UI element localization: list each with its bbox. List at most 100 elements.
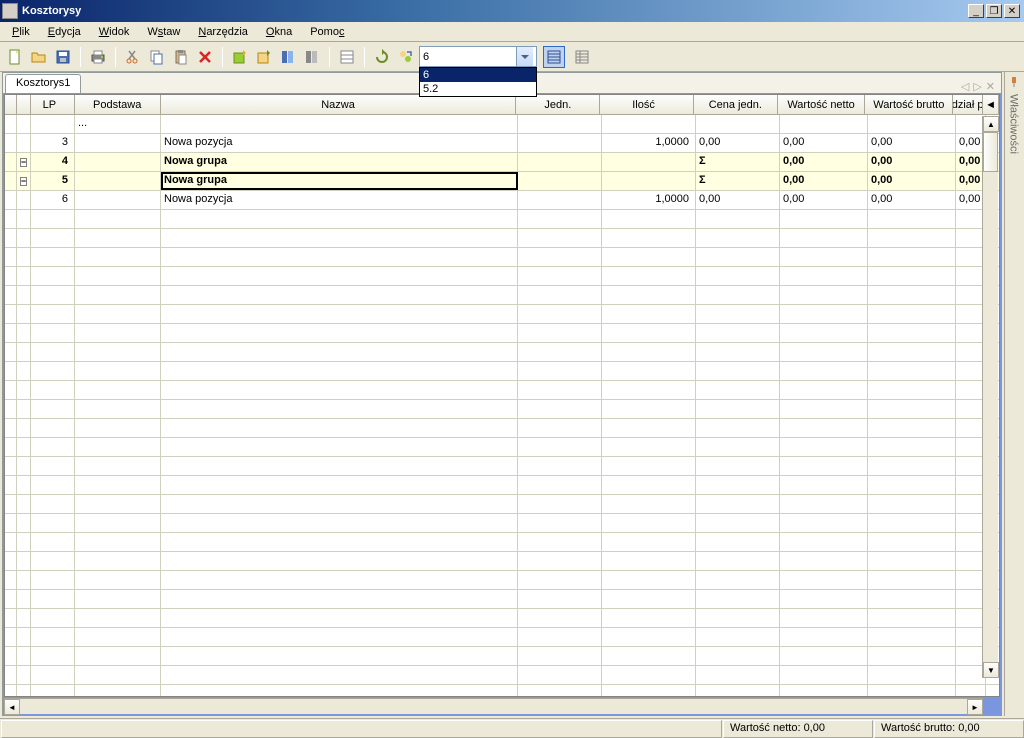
header-scroll-spacer: ◄ [983,95,999,114]
tab-kosztorys1[interactable]: Kosztorys1 [5,74,81,93]
scroll-up-icon[interactable]: ▲ [983,116,999,132]
header-handle[interactable] [5,95,17,114]
open-icon[interactable] [28,46,50,68]
delete-icon[interactable] [194,46,216,68]
status-main [1,720,722,738]
table-row-empty [5,495,999,514]
scroll-left-icon[interactable]: ◄ [4,699,20,715]
table-row-empty [5,286,999,305]
catalog2-icon[interactable] [301,46,323,68]
table-row[interactable]: ... [5,115,999,134]
dropdown-option-5-2[interactable]: 5.2 [420,82,536,96]
combo-arrow-icon[interactable] [516,47,533,66]
header-ilosc[interactable]: Ilość [600,95,694,114]
document-area: Kosztorys1 ◁ ▷ ✕ LP Podstawa Nazwa Jedn.… [2,72,1002,716]
title-bar: Kosztorysy _ ❐ ✕ [0,0,1024,22]
table-row-empty [5,609,999,628]
table-row-empty [5,324,999,343]
table-row[interactable]: − 4 Nowa grupa Σ 0,00 0,00 0,00 [5,153,999,172]
header-wb[interactable]: Wartość brutto [865,95,953,114]
table-row-empty [5,381,999,400]
header-jedn[interactable]: Jedn. [516,95,600,114]
table-row[interactable]: − 5 Nowa grupa Σ 0,00 0,00 0,00 [5,172,999,191]
pin-icon [1008,76,1020,88]
header-podstawa[interactable]: Podstawa [75,95,161,114]
header-lp[interactable]: LP [31,95,75,114]
table-row-empty [5,552,999,571]
table-row-empty [5,210,999,229]
grid-header: LP Podstawa Nazwa Jedn. Ilość Cena jedn.… [5,95,999,115]
table-row-empty [5,305,999,324]
menu-plik[interactable]: Plik [4,24,38,40]
menu-bar: Plik Edycja Widok Wstaw Narzędzia Okna P… [0,22,1024,42]
table-row-empty [5,628,999,647]
header-wn[interactable]: Wartość netto [778,95,866,114]
header-cenaj[interactable]: Cena jedn. [694,95,778,114]
position-combo[interactable] [419,46,537,67]
view-detail-button[interactable] [571,46,593,68]
menu-widok[interactable]: Widok [91,24,138,40]
table-row-empty [5,476,999,495]
header-expand[interactable] [17,95,31,114]
grid-body: ... 3 Nowa pozycja 1,0000 0,00 0,00 [5,115,999,696]
tab-next-icon[interactable]: ▷ [973,80,981,93]
copy-icon[interactable] [146,46,168,68]
table-row[interactable]: 3 Nowa pozycja 1,0000 0,00 0,00 0,00 0,0… [5,134,999,153]
cut-icon[interactable] [122,46,144,68]
refresh-icon[interactable] [371,46,393,68]
status-bar: Wartość netto: 0,00 Wartość brutto: 0,00 [0,718,1024,738]
properties-icon[interactable] [336,46,358,68]
table-row-empty [5,438,999,457]
menu-narzedzia[interactable]: Narzędzia [190,24,256,40]
menu-pomoc[interactable]: Pomoc [302,24,352,40]
tab-close-icon[interactable]: ✕ [986,80,995,93]
add-item-icon[interactable] [229,46,251,68]
catalog-icon[interactable] [277,46,299,68]
horizontal-scrollbar[interactable]: ◄ ► [4,698,983,714]
save-icon[interactable] [52,46,74,68]
table-row-empty [5,419,999,438]
vertical-scrollbar[interactable]: ▲ ▼ [982,116,998,678]
add-group-icon[interactable] [253,46,275,68]
close-button[interactable]: ✕ [1004,4,1020,18]
menu-edycja[interactable]: Edycja [40,24,89,40]
scroll-down-icon[interactable]: ▼ [983,662,999,678]
collapse-icon[interactable]: − [20,177,27,186]
scroll-right-icon[interactable]: ► [967,699,983,715]
tab-nav-controls: ◁ ▷ ✕ [961,80,1001,93]
new-icon[interactable] [4,46,26,68]
collapse-icon[interactable]: − [20,158,27,167]
table-row-empty [5,571,999,590]
app-icon [2,3,18,19]
dropdown-option-6[interactable]: 6 [420,68,536,82]
table-row-empty [5,267,999,286]
tab-prev-icon[interactable]: ◁ [961,80,969,93]
window-title: Kosztorysy [22,5,968,17]
restore-button[interactable]: ❐ [986,4,1002,18]
menu-wstaw[interactable]: Wstaw [139,24,188,40]
table-row-empty [5,248,999,267]
table-row-empty [5,590,999,609]
table-row-empty [5,229,999,248]
print-icon[interactable] [87,46,109,68]
properties-panel[interactable]: Właściwości [1004,72,1022,716]
table-row[interactable]: 6 Nowa pozycja 1,0000 0,00 0,00 0,00 0,0… [5,191,999,210]
table-row-empty [5,457,999,476]
table-row-empty [5,647,999,666]
scroll-thumb[interactable] [983,132,998,172]
sum-icon[interactable] [395,46,417,68]
grid: LP Podstawa Nazwa Jedn. Ilość Cena jedn.… [4,94,1000,697]
position-input[interactable] [420,47,516,66]
paste-icon[interactable] [170,46,192,68]
table-row-empty [5,514,999,533]
header-dzial[interactable]: dział p [953,95,983,114]
position-dropdown: 6 5.2 [419,67,537,97]
table-row-empty [5,362,999,381]
view-list-button[interactable] [543,46,565,68]
table-row-empty [5,685,999,696]
minimize-button[interactable]: _ [968,4,984,18]
table-row-empty [5,400,999,419]
menu-okna[interactable]: Okna [258,24,300,40]
header-nazwa[interactable]: Nazwa [161,95,517,114]
table-row-empty [5,343,999,362]
